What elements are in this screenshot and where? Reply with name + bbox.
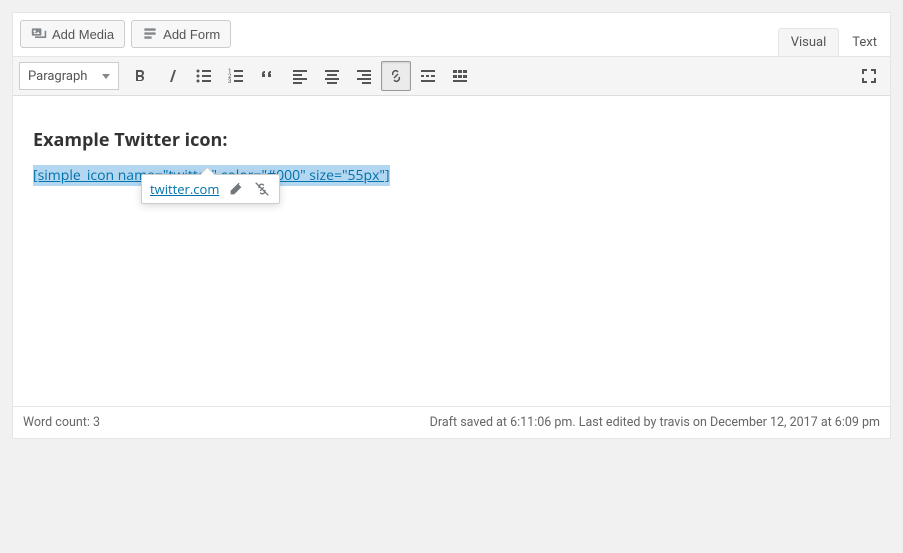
save-info: Draft saved at 6:11:06 pm. Last edited b…: [430, 415, 880, 430]
add-form-button[interactable]: Add Form: [131, 20, 231, 48]
align-right-button[interactable]: [349, 61, 379, 91]
bullet-list-icon: [194, 66, 214, 86]
link-popup: twitter.com: [141, 174, 280, 204]
add-form-label: Add Form: [163, 27, 220, 42]
align-center-icon: [322, 66, 342, 86]
media-buttons: Add Media Add Form: [16, 16, 231, 56]
fullscreen-icon: [859, 66, 879, 86]
unlink-icon: [253, 180, 271, 198]
blockquote-icon: [258, 66, 278, 86]
toolbar-toggle-button[interactable]: [445, 61, 475, 91]
editor-tabs: Visual Text: [778, 28, 890, 56]
bold-icon: [130, 66, 150, 86]
add-media-button[interactable]: Add Media: [20, 20, 125, 48]
editor-content[interactable]: Example Twitter icon: [simple_icon name=…: [13, 96, 890, 406]
italic-icon: [162, 66, 182, 86]
bold-button[interactable]: [125, 61, 155, 91]
numbered-list-button[interactable]: 123: [221, 61, 251, 91]
add-media-label: Add Media: [52, 27, 114, 42]
link-popup-url[interactable]: twitter.com: [150, 180, 219, 198]
numbered-list-icon: 123: [226, 66, 246, 86]
editor-toolbar: Paragraph 123: [13, 56, 890, 96]
align-left-icon: [290, 66, 310, 86]
tab-visual[interactable]: Visual: [778, 28, 840, 56]
remove-link-button[interactable]: [253, 180, 271, 198]
align-right-icon: [354, 66, 374, 86]
editor-container: Add Media Add Form Visual Text Paragraph…: [12, 12, 891, 439]
align-left-button[interactable]: [285, 61, 315, 91]
read-more-icon: [418, 66, 438, 86]
status-bar: Word count: 3 Draft saved at 6:11:06 pm.…: [13, 406, 890, 438]
form-icon: [142, 26, 158, 42]
svg-text:3: 3: [228, 78, 231, 85]
italic-button[interactable]: [157, 61, 187, 91]
format-dropdown[interactable]: Paragraph: [19, 62, 119, 90]
content-heading: Example Twitter icon:: [33, 128, 870, 152]
align-center-button[interactable]: [317, 61, 347, 91]
bullet-list-button[interactable]: [189, 61, 219, 91]
word-count: Word count: 3: [23, 415, 100, 430]
tab-text[interactable]: Text: [839, 28, 890, 56]
link-icon: [386, 66, 406, 86]
link-button[interactable]: [381, 61, 411, 91]
read-more-button[interactable]: [413, 61, 443, 91]
pencil-icon: [227, 180, 245, 198]
editor-top-row: Add Media Add Form Visual Text: [13, 13, 890, 56]
blockquote-button[interactable]: [253, 61, 283, 91]
fullscreen-button[interactable]: [854, 61, 884, 91]
toolbar-toggle-icon: [450, 66, 470, 86]
format-dropdown-label: Paragraph: [28, 69, 87, 84]
media-icon: [31, 26, 47, 42]
edit-link-button[interactable]: [227, 180, 245, 198]
